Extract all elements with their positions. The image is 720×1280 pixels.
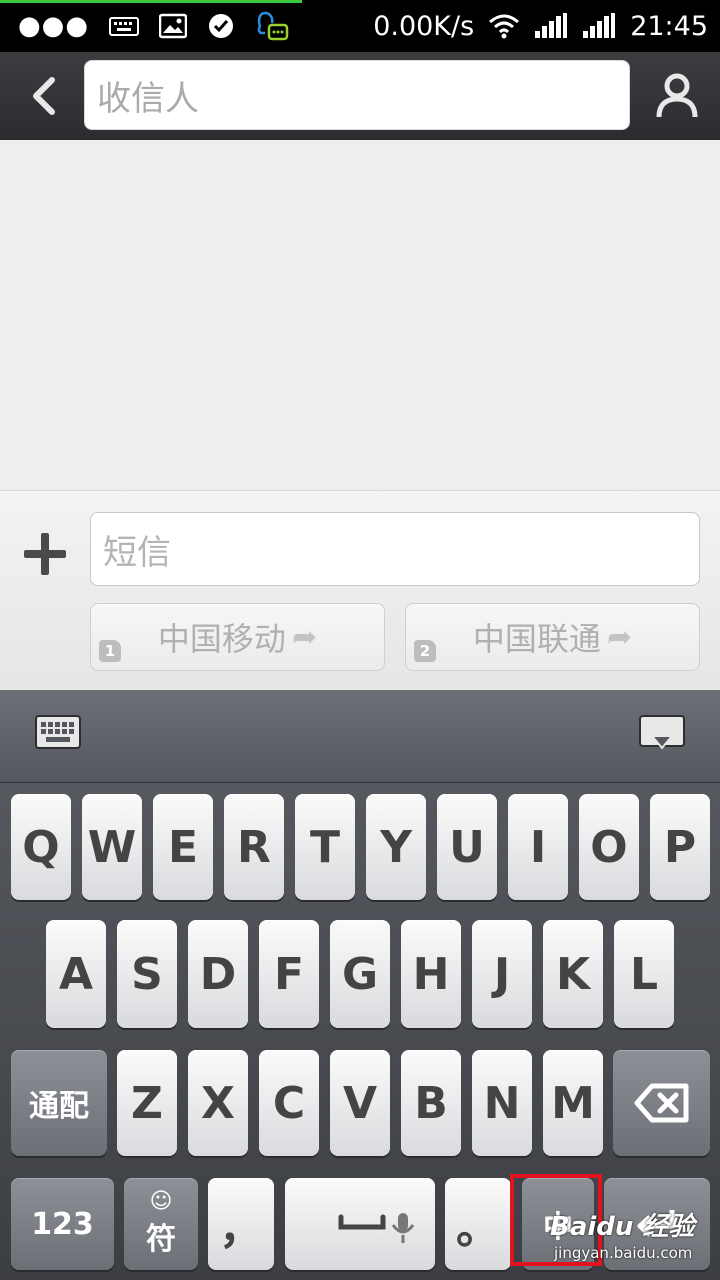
key-n[interactable]: N bbox=[472, 1050, 532, 1156]
more-dots-icon: ●●● bbox=[18, 11, 90, 41]
send-sim2-button[interactable]: 2 中国联通 ➦ bbox=[405, 603, 700, 671]
qq-chat-icon bbox=[257, 11, 289, 41]
key-q[interactable]: Q bbox=[11, 794, 71, 900]
symbols-label: 符 bbox=[146, 1222, 176, 1257]
key-r[interactable]: R bbox=[224, 794, 284, 900]
status-notification-icons: ●●● bbox=[18, 8, 289, 44]
key-d[interactable]: D bbox=[188, 920, 248, 1028]
keyboard-icon bbox=[35, 715, 81, 749]
watermark-url: jingyan.baidu.com bbox=[554, 1244, 693, 1262]
key-w[interactable]: W bbox=[82, 794, 142, 900]
key-z[interactable]: Z bbox=[117, 1050, 177, 1156]
space-key[interactable] bbox=[285, 1178, 435, 1270]
key-a[interactable]: A bbox=[46, 920, 106, 1028]
comma-key[interactable]: ， bbox=[208, 1178, 274, 1270]
key-x[interactable]: X bbox=[188, 1050, 248, 1156]
check-circle-icon bbox=[209, 14, 234, 38]
sim2-label: 中国联通 bbox=[472, 620, 601, 658]
status-system-info: 0.00K/s 21:45 bbox=[373, 8, 708, 44]
sim1-label: 中国移动 bbox=[157, 620, 286, 658]
sim2-badge: 2 bbox=[414, 640, 436, 662]
keyboard-toolbar bbox=[0, 690, 720, 783]
key-k[interactable]: K bbox=[543, 920, 603, 1028]
recipient-input[interactable]: 收信人 bbox=[84, 60, 630, 130]
forward-arrow-icon: ➦ bbox=[291, 619, 318, 655]
key-u[interactable]: U bbox=[437, 794, 497, 900]
key-h[interactable]: H bbox=[401, 920, 461, 1028]
clock: 21:45 bbox=[630, 10, 708, 42]
sms-input[interactable]: 短信 bbox=[90, 512, 700, 586]
status-progress-bar bbox=[0, 0, 302, 3]
backspace-icon bbox=[634, 1083, 688, 1123]
keyboard-switch-button[interactable] bbox=[34, 714, 82, 754]
status-bar: ●●● 0.00K/s 21:45 bbox=[0, 0, 720, 52]
numbers-key[interactable]: 123 bbox=[11, 1178, 114, 1270]
key-e[interactable]: E bbox=[153, 794, 213, 900]
key-o[interactable]: O bbox=[579, 794, 639, 900]
key-p[interactable]: P bbox=[650, 794, 710, 900]
period-key[interactable]: 。 bbox=[445, 1178, 511, 1270]
hide-keyboard-button[interactable] bbox=[638, 714, 686, 754]
key-g[interactable]: G bbox=[330, 920, 390, 1028]
add-contact-button[interactable] bbox=[650, 68, 704, 124]
back-button[interactable] bbox=[22, 70, 66, 122]
signal-icon-2 bbox=[583, 13, 616, 38]
wifi-icon bbox=[489, 14, 520, 39]
smiley-icon: ☺ bbox=[149, 1189, 173, 1214]
recipient-placeholder: 收信人 bbox=[97, 78, 199, 119]
keyboard: Q W E R T Y U I O P A S D F G H J K L 通配… bbox=[0, 690, 720, 1280]
key-v[interactable]: V bbox=[330, 1050, 390, 1156]
hide-keyboard-icon bbox=[639, 715, 685, 750]
plus-icon[interactable] bbox=[22, 531, 68, 577]
key-j[interactable]: J bbox=[472, 920, 532, 1028]
image-icon bbox=[159, 13, 188, 39]
backspace-key[interactable] bbox=[613, 1050, 710, 1156]
message-list bbox=[0, 140, 720, 490]
keyboard-icon bbox=[109, 17, 140, 36]
watermark-logo: Baidu 经验 bbox=[550, 1212, 695, 1242]
network-speed: 0.00K/s bbox=[373, 10, 475, 42]
key-m[interactable]: M bbox=[543, 1050, 603, 1156]
key-b[interactable]: B bbox=[401, 1050, 461, 1156]
key-t[interactable]: T bbox=[295, 794, 355, 900]
person-icon bbox=[656, 73, 698, 118]
key-s[interactable]: S bbox=[117, 920, 177, 1028]
sms-placeholder: 短信 bbox=[103, 532, 171, 573]
chevron-left-icon bbox=[33, 77, 55, 115]
compose-header: 收信人 bbox=[0, 52, 720, 140]
key-c[interactable]: C bbox=[259, 1050, 319, 1156]
baidu-watermark: Baidu 经验 jingyan.baidu.com bbox=[538, 1206, 714, 1266]
sim1-badge: 1 bbox=[99, 640, 121, 662]
key-y[interactable]: Y bbox=[366, 794, 426, 900]
key-f[interactable]: F bbox=[259, 920, 319, 1028]
forward-arrow-icon: ➦ bbox=[606, 619, 633, 655]
key-i[interactable]: I bbox=[508, 794, 568, 900]
composer: 短信 1 中国移动 ➦ 2 中国联通 ➦ bbox=[0, 490, 720, 691]
signal-icon bbox=[535, 13, 568, 38]
key-l[interactable]: L bbox=[614, 920, 674, 1028]
space-bar-icon bbox=[338, 1213, 415, 1243]
symbols-key[interactable]: ☺ 符 bbox=[124, 1178, 198, 1270]
wildcard-key[interactable]: 通配 bbox=[11, 1050, 107, 1156]
send-sim1-button[interactable]: 1 中国移动 ➦ bbox=[90, 603, 385, 671]
